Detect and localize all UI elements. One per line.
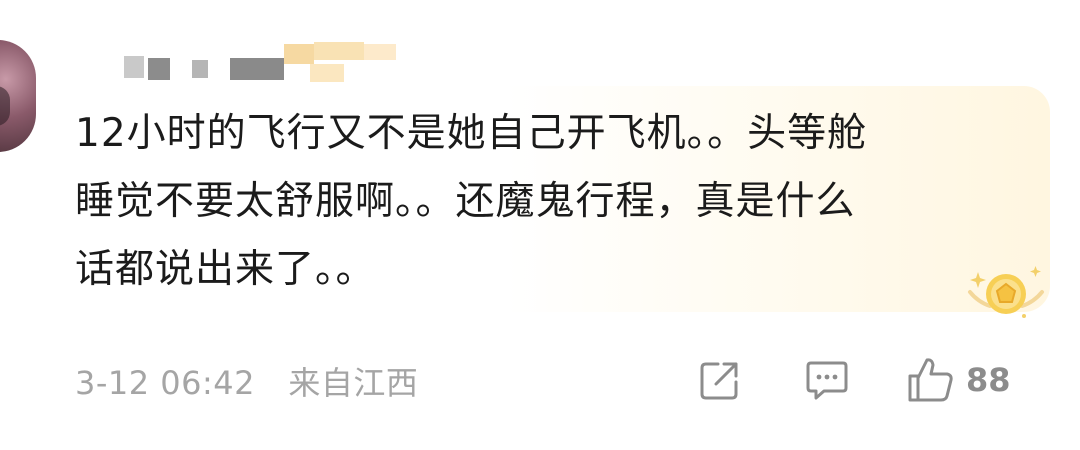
vip-badge-icon bbox=[962, 258, 1050, 322]
thumbs-up-icon bbox=[906, 356, 956, 404]
share-button[interactable] bbox=[698, 356, 742, 404]
comment-meta: 3-12 06:42 来自江西 bbox=[75, 358, 418, 404]
comment-location: 来自江西 bbox=[288, 364, 419, 402]
like-count: 88 bbox=[966, 361, 1011, 399]
comment-text: 12小时的飞行又不是她自己开飞机。。头等舱 睡觉不要太舒服啊。。还魔鬼行程，真是… bbox=[75, 111, 868, 292]
username-masked[interactable] bbox=[100, 42, 400, 86]
avatar[interactable] bbox=[0, 40, 36, 152]
comment-card: 12小时的飞行又不是她自己开飞机。。头等舱 睡觉不要太舒服啊。。还魔鬼行程，真是… bbox=[0, 0, 1080, 450]
comment-button[interactable] bbox=[804, 356, 850, 404]
comment-icon bbox=[804, 357, 850, 403]
comment-date: 3-12 06:42 bbox=[75, 364, 256, 402]
share-icon bbox=[698, 358, 742, 402]
like-button[interactable]: 88 bbox=[906, 356, 1011, 404]
